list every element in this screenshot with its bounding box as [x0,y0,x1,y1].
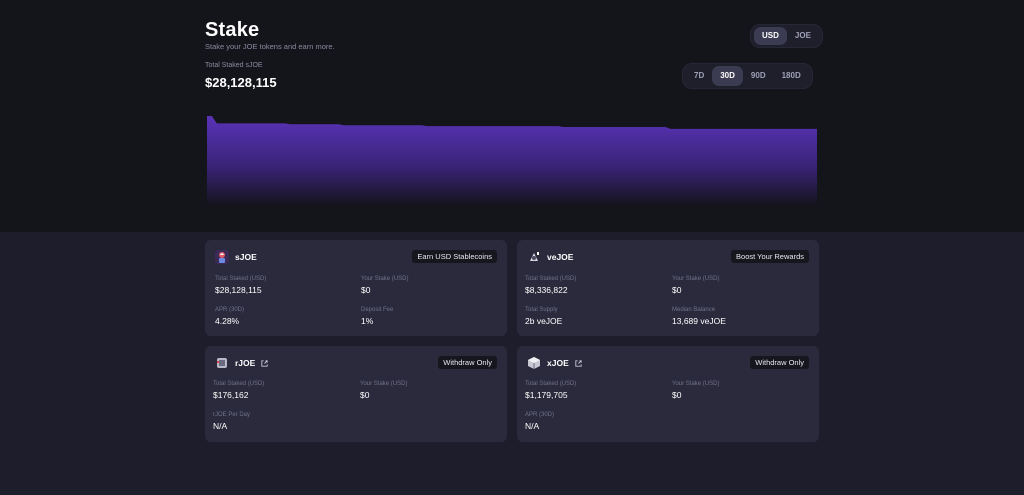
stat-value: 1% [361,316,374,326]
stat-value: $176,162 [213,390,249,400]
rjoe-card[interactable]: rJOE Withdraw Only Total Staked (USD) $1… [205,346,507,442]
rjoe-per-day: rJOE Per Day N/A [213,412,250,431]
currency-joe-option[interactable]: JOE [787,27,819,45]
stat-value: 4.28% [215,316,240,326]
sjoe-apr: APR (30D) 4.28% [215,307,244,326]
stat-label: Deposit Fee [361,307,394,313]
xjoe-token-icon [527,356,541,370]
total-staked-value: $28,128,115 [205,75,277,90]
stat-label: Your Stake (USD) [672,276,720,282]
stat-label: APR (30D) [215,307,245,313]
stat-value: $28,128,115 [215,285,262,295]
currency-toggle: USD JOE [750,24,823,48]
rjoe-token-icon [215,356,229,370]
range-30d-option[interactable]: 30D [712,66,743,86]
external-link-icon[interactable] [260,359,269,368]
stat-value: N/A [525,421,540,431]
stat-label: APR (30D) [525,412,555,418]
xjoe-card-title: xJOE [547,358,569,368]
stat-label: Total Staked (USD) [215,276,267,282]
stat-value: N/A [213,421,228,431]
range-180d-option[interactable]: 180D [774,66,809,86]
sjoe-your-stake: Your Stake (USD) $0 [361,276,408,295]
stat-label: Your Stake (USD) [360,381,408,387]
rjoe-total-staked: Total Staked (USD) $176,162 [213,381,264,400]
stat-value: $0 [361,285,371,295]
page-subtitle: Stake your JOE tokens and earn more. [205,42,335,51]
time-range-toggle: 7D 30D 90D 180D [682,63,813,89]
stat-value: $8,336,822 [525,285,568,295]
stat-value: $0 [360,390,370,400]
sjoe-token-icon [215,250,229,264]
stat-label: Total Staked (USD) [213,381,265,387]
stat-label: rJOE Per Day [213,412,251,418]
xjoe-card[interactable]: xJOE Withdraw Only Total Staked (USD) $1… [517,346,819,442]
stat-label: Total Supply [525,307,558,313]
range-90d-option[interactable]: 90D [743,66,774,86]
stat-value: $0 [672,285,682,295]
vejoe-token-icon [527,250,541,264]
staked-area-series [207,116,817,206]
stat-value: $1,179,705 [525,390,568,400]
sjoe-card[interactable]: sJOE Earn USD Stablecoins Total Staked (… [205,240,507,336]
stat-label: Your Stake (USD) [361,276,409,282]
stat-value: 13,689 veJOE [672,316,726,326]
vejoe-badge: Boost Your Rewards [731,250,809,263]
xjoe-apr: APR (30D) N/A [525,412,554,431]
sjoe-deposit-fee: Deposit Fee 1% [361,307,393,326]
staked-area-chart [207,116,817,206]
stat-label: Total Staked (USD) [525,381,577,387]
vejoe-total-supply: Total Supply 2b veJOE [525,307,562,326]
sjoe-total-staked: Total Staked (USD) $28,128,115 [215,276,266,295]
vejoe-card[interactable]: veJOE Boost Your Rewards Total Staked (U… [517,240,819,336]
sjoe-card-title: sJOE [235,252,257,262]
xjoe-total-staked: Total Staked (USD) $1,179,705 [525,381,576,400]
vejoe-median-balance: Median Balance 13,689 veJOE [672,307,726,326]
total-staked-label: Total Staked sJOE [205,62,263,69]
sjoe-badge: Earn USD Stablecoins [412,250,497,263]
rjoe-card-title: rJOE [235,358,256,368]
vejoe-your-stake: Your Stake (USD) $0 [672,276,719,295]
stake-hero: Stake Stake your JOE tokens and earn mor… [0,0,1024,232]
stat-label: Median Balance [672,307,716,313]
rjoe-badge: Withdraw Only [438,356,497,369]
page-title: Stake [205,19,260,41]
stat-label: Total Staked (USD) [525,276,577,282]
xjoe-badge: Withdraw Only [750,356,809,369]
stat-value: $0 [672,390,682,400]
stat-label: Your Stake (USD) [672,381,720,387]
external-link-icon[interactable] [574,359,583,368]
xjoe-your-stake: Your Stake (USD) $0 [672,381,719,400]
vejoe-total-staked: Total Staked (USD) $8,336,822 [525,276,576,295]
currency-usd-option[interactable]: USD [754,27,787,45]
range-7d-option[interactable]: 7D [686,66,712,86]
stat-value: 2b veJOE [525,316,563,326]
rjoe-your-stake: Your Stake (USD) $0 [360,381,407,400]
vejoe-card-title: veJOE [547,252,574,262]
